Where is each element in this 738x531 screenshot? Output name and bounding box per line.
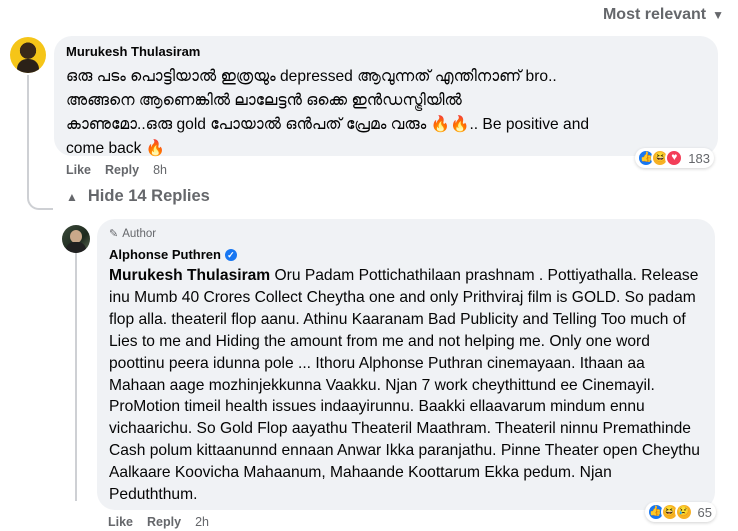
reaction-count: 183 xyxy=(688,150,710,166)
like-button[interactable]: Like xyxy=(66,163,91,177)
pencil-icon: ✎ xyxy=(109,228,119,240)
sad-reaction-icon: 😢 xyxy=(674,503,693,521)
comment-bubble: Murukesh Thulasiram ഒരു പടം പൊട്ടിയാൽ ഇത… xyxy=(54,36,718,157)
reply-button[interactable]: Reply xyxy=(147,515,181,529)
hide-replies-button[interactable]: ▲ Hide 14 Replies xyxy=(66,187,210,206)
timestamp[interactable]: 8h xyxy=(153,163,167,177)
chevron-down-icon: ▼ xyxy=(712,8,724,22)
like-button[interactable]: Like xyxy=(108,515,133,529)
comment-author[interactable]: Murukesh Thulasiram xyxy=(66,44,706,59)
avatar[interactable] xyxy=(10,37,46,73)
reply-text: Murukesh Thulasiram Oru Padam Potticha­t… xyxy=(109,267,700,504)
author-badge: ✎ Author xyxy=(109,227,703,241)
chevron-up-icon: ▲ xyxy=(66,189,78,204)
fire-emoji: 🔥🔥 xyxy=(430,116,470,133)
reply-author[interactable]: Alphonse Puthren xyxy=(109,247,221,262)
reaction-summary[interactable]: 👍 😆 ♥ 183 xyxy=(635,148,714,168)
reply-bubble: ✎ Author Alphonse Puthren ✓ Murukesh Thu… xyxy=(97,219,715,510)
reply-button[interactable]: Reply xyxy=(105,163,139,177)
avatar[interactable] xyxy=(62,225,90,253)
sort-dropdown[interactable]: Most relevant ▼ xyxy=(603,6,724,24)
author-badge-label: Author xyxy=(122,227,157,240)
comment-actions: Like Reply 8h xyxy=(66,163,167,177)
thread-line xyxy=(27,75,29,195)
mention-link[interactable]: Murukesh Thulasiram xyxy=(109,267,270,284)
sort-label: Most relevant xyxy=(602,6,707,23)
hide-replies-label: Hide 14 Replies xyxy=(87,187,210,205)
verified-badge-icon: ✓ xyxy=(224,248,237,261)
timestamp[interactable]: 2h xyxy=(195,515,209,529)
comment-text: ഒരു പടം പൊട്ടിയാൽ ഇത്രയും depressed ആവുന… xyxy=(66,68,590,157)
reply-thread-line xyxy=(75,253,77,501)
reply-actions: Like Reply 2h xyxy=(108,515,209,529)
fire-emoji: 🔥 xyxy=(145,140,166,157)
reaction-count: 65 xyxy=(697,504,712,520)
thread-connector xyxy=(27,194,53,210)
love-reaction-icon: ♥ xyxy=(665,149,684,167)
reaction-summary[interactable]: 👍 😆 😢 65 xyxy=(644,502,716,522)
